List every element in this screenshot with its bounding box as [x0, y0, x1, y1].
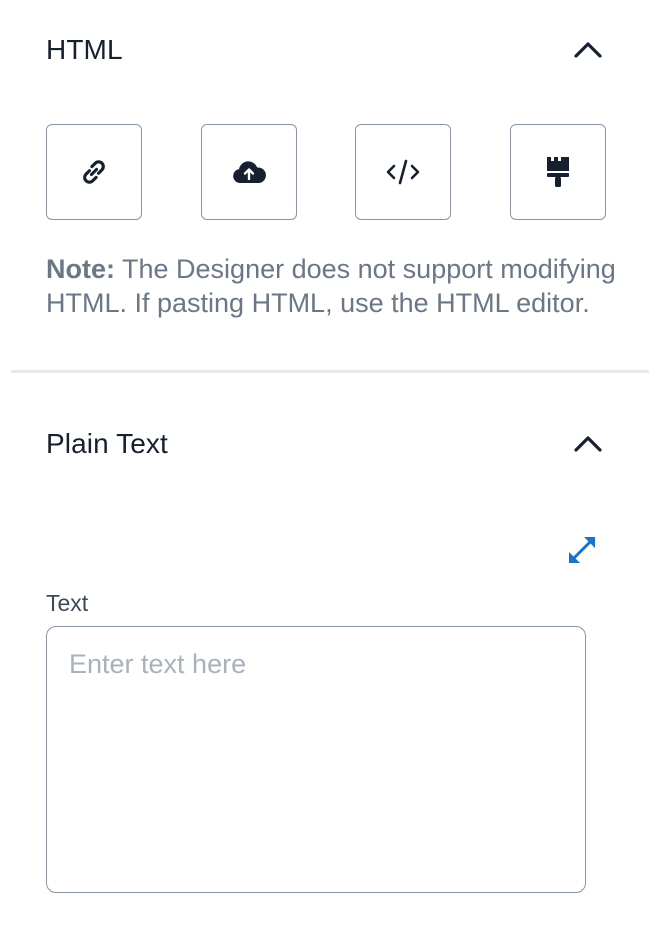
link-button[interactable] — [46, 124, 142, 220]
code-icon — [387, 159, 420, 185]
html-tool-row — [46, 124, 606, 220]
text-field-label: Text — [46, 590, 89, 616]
expand-arrows-icon — [569, 537, 595, 563]
section-divider — [11, 370, 649, 373]
note-label: Note: — [46, 254, 115, 284]
html-section-collapse-button[interactable] — [568, 30, 608, 70]
plain-text-section-title: Plain Text — [46, 428, 168, 459]
plain-text-input[interactable] — [46, 626, 586, 893]
paint-brush-icon — [546, 157, 569, 187]
style-button[interactable] — [509, 124, 606, 220]
plain-text-section-header: Plain Text — [46, 424, 608, 464]
html-note: Note: The Designer does not support modi… — [46, 252, 616, 320]
link-icon — [83, 160, 105, 184]
html-section-header: HTML — [46, 30, 608, 70]
plain-text-section-collapse-button[interactable] — [568, 424, 608, 464]
expand-editor-button[interactable] — [562, 530, 602, 570]
code-editor-button[interactable] — [355, 124, 452, 220]
html-section-title: HTML — [46, 34, 123, 65]
chevron-up-icon — [574, 436, 602, 452]
cloud-upload-icon — [232, 161, 266, 183]
upload-button[interactable] — [200, 124, 297, 220]
note-text: The Designer does not support modifying … — [46, 254, 616, 318]
chevron-up-icon — [574, 42, 602, 58]
